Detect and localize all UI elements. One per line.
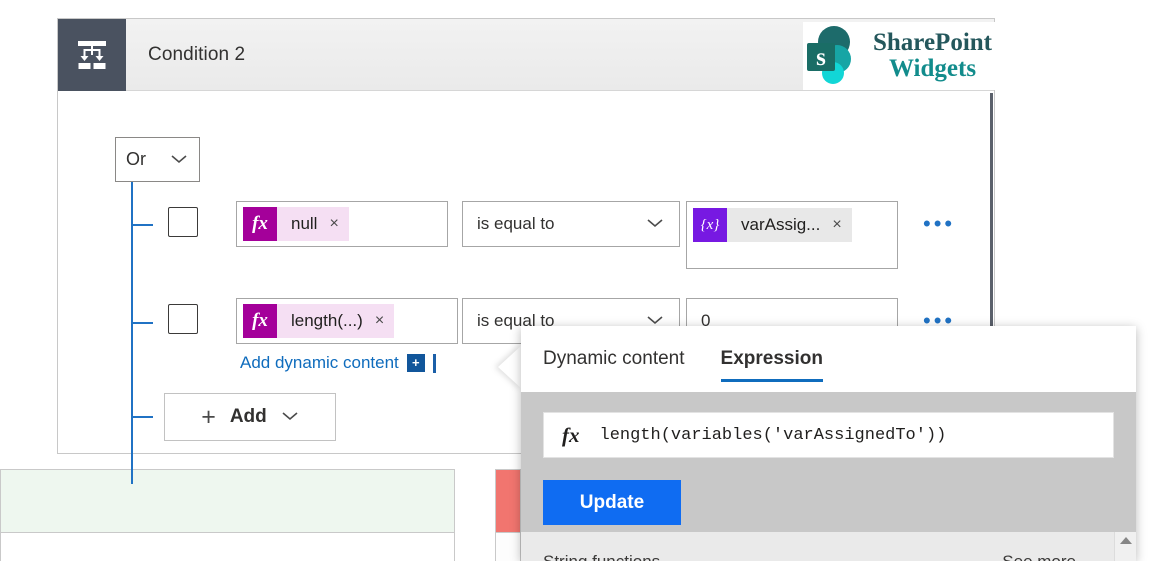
condition-row: fx null × is equal to {x} varAssig... × … bbox=[58, 201, 994, 269]
logo-mark-icon: s bbox=[803, 25, 869, 87]
variable-icon: {x} bbox=[693, 208, 727, 242]
add-button-label: Add bbox=[229, 406, 267, 427]
token-text: varAssig... bbox=[741, 215, 821, 234]
function-list-section: String functions See more bbox=[521, 532, 1136, 561]
expression-text: length(variables('varAssignedTo')) bbox=[599, 425, 947, 445]
token-text: length(...) bbox=[291, 311, 363, 330]
svg-text:s: s bbox=[816, 44, 826, 71]
text-caret bbox=[432, 353, 436, 373]
expression-token[interactable]: fx length(...) × bbox=[243, 304, 395, 338]
function-list-more[interactable]: See more bbox=[1002, 552, 1076, 561]
chevron-down-icon bbox=[281, 409, 299, 426]
condition-operator-select[interactable]: is equal to bbox=[462, 201, 680, 247]
row-more-menu-icon[interactable]: ••• bbox=[923, 213, 955, 235]
flow-designer-canvas: Condition 2 Or fx null × is equal to {x}… bbox=[0, 0, 1160, 561]
fx-icon: fx bbox=[243, 207, 277, 241]
expression-editor-area: fx length(variables('varAssignedTo')) Up… bbox=[521, 392, 1136, 532]
logical-operator-select[interactable]: Or bbox=[115, 137, 200, 182]
if-no-branch-panel[interactable] bbox=[495, 469, 521, 533]
if-yes-branch-panel[interactable] bbox=[0, 469, 455, 533]
logo-line-1: SharePoint bbox=[873, 29, 992, 56]
remove-token-icon[interactable]: × bbox=[329, 215, 338, 233]
logo-line-2: Widgets bbox=[889, 55, 977, 82]
if-no-branch-body bbox=[495, 533, 521, 561]
remove-token-icon[interactable]: × bbox=[375, 312, 384, 330]
row-checkbox[interactable] bbox=[168, 207, 198, 237]
branch-connector-stub bbox=[131, 416, 153, 418]
chevron-down-icon bbox=[169, 149, 189, 170]
token-text: null bbox=[291, 214, 318, 233]
expression-flyout: Dynamic content Expression fx length(var… bbox=[521, 326, 1136, 561]
row-checkbox[interactable] bbox=[168, 304, 198, 334]
add-dynamic-content-label: Add dynamic content bbox=[240, 353, 399, 372]
card-title: Condition 2 bbox=[148, 43, 246, 65]
flyout-pointer bbox=[498, 345, 522, 389]
scroll-up-arrow-icon[interactable] bbox=[1119, 537, 1132, 544]
flyout-scrollbar[interactable] bbox=[1114, 532, 1136, 561]
remove-token-icon[interactable]: × bbox=[832, 216, 841, 234]
chevron-down-icon bbox=[645, 214, 665, 234]
tab-expression[interactable]: Expression bbox=[720, 326, 824, 392]
fx-icon: fx bbox=[562, 422, 580, 447]
expression-token[interactable]: fx null × bbox=[243, 207, 349, 241]
update-button[interactable]: Update bbox=[543, 480, 681, 525]
expression-input[interactable]: fx length(variables('varAssignedTo')) bbox=[543, 412, 1114, 458]
add-dynamic-content-link[interactable]: Add dynamic content + bbox=[240, 353, 436, 373]
logo-text: SharePoint Widgets bbox=[873, 30, 992, 82]
condition-operator-value: is equal to bbox=[477, 214, 555, 233]
condition-left-field[interactable]: fx null × bbox=[236, 201, 448, 247]
sharepoint-widgets-logo: s SharePoint Widgets bbox=[803, 22, 1028, 90]
condition-left-field[interactable]: fx length(...) × bbox=[236, 298, 458, 344]
flyout-tab-list: Dynamic content Expression bbox=[521, 326, 1136, 392]
function-list-label: String functions bbox=[543, 552, 660, 561]
condition-right-field[interactable]: {x} varAssig... × bbox=[686, 201, 898, 269]
tab-dynamic-content[interactable]: Dynamic content bbox=[543, 326, 685, 392]
variable-token[interactable]: {x} varAssig... × bbox=[693, 208, 852, 242]
fx-icon: fx bbox=[243, 304, 277, 338]
if-yes-branch-body bbox=[0, 533, 455, 561]
condition-branch-icon bbox=[58, 18, 126, 91]
plus-icon[interactable]: + bbox=[406, 354, 425, 372]
plus-icon: + bbox=[201, 402, 216, 431]
logical-operator-value: Or bbox=[126, 149, 146, 169]
add-condition-button[interactable]: + Add bbox=[164, 393, 336, 441]
